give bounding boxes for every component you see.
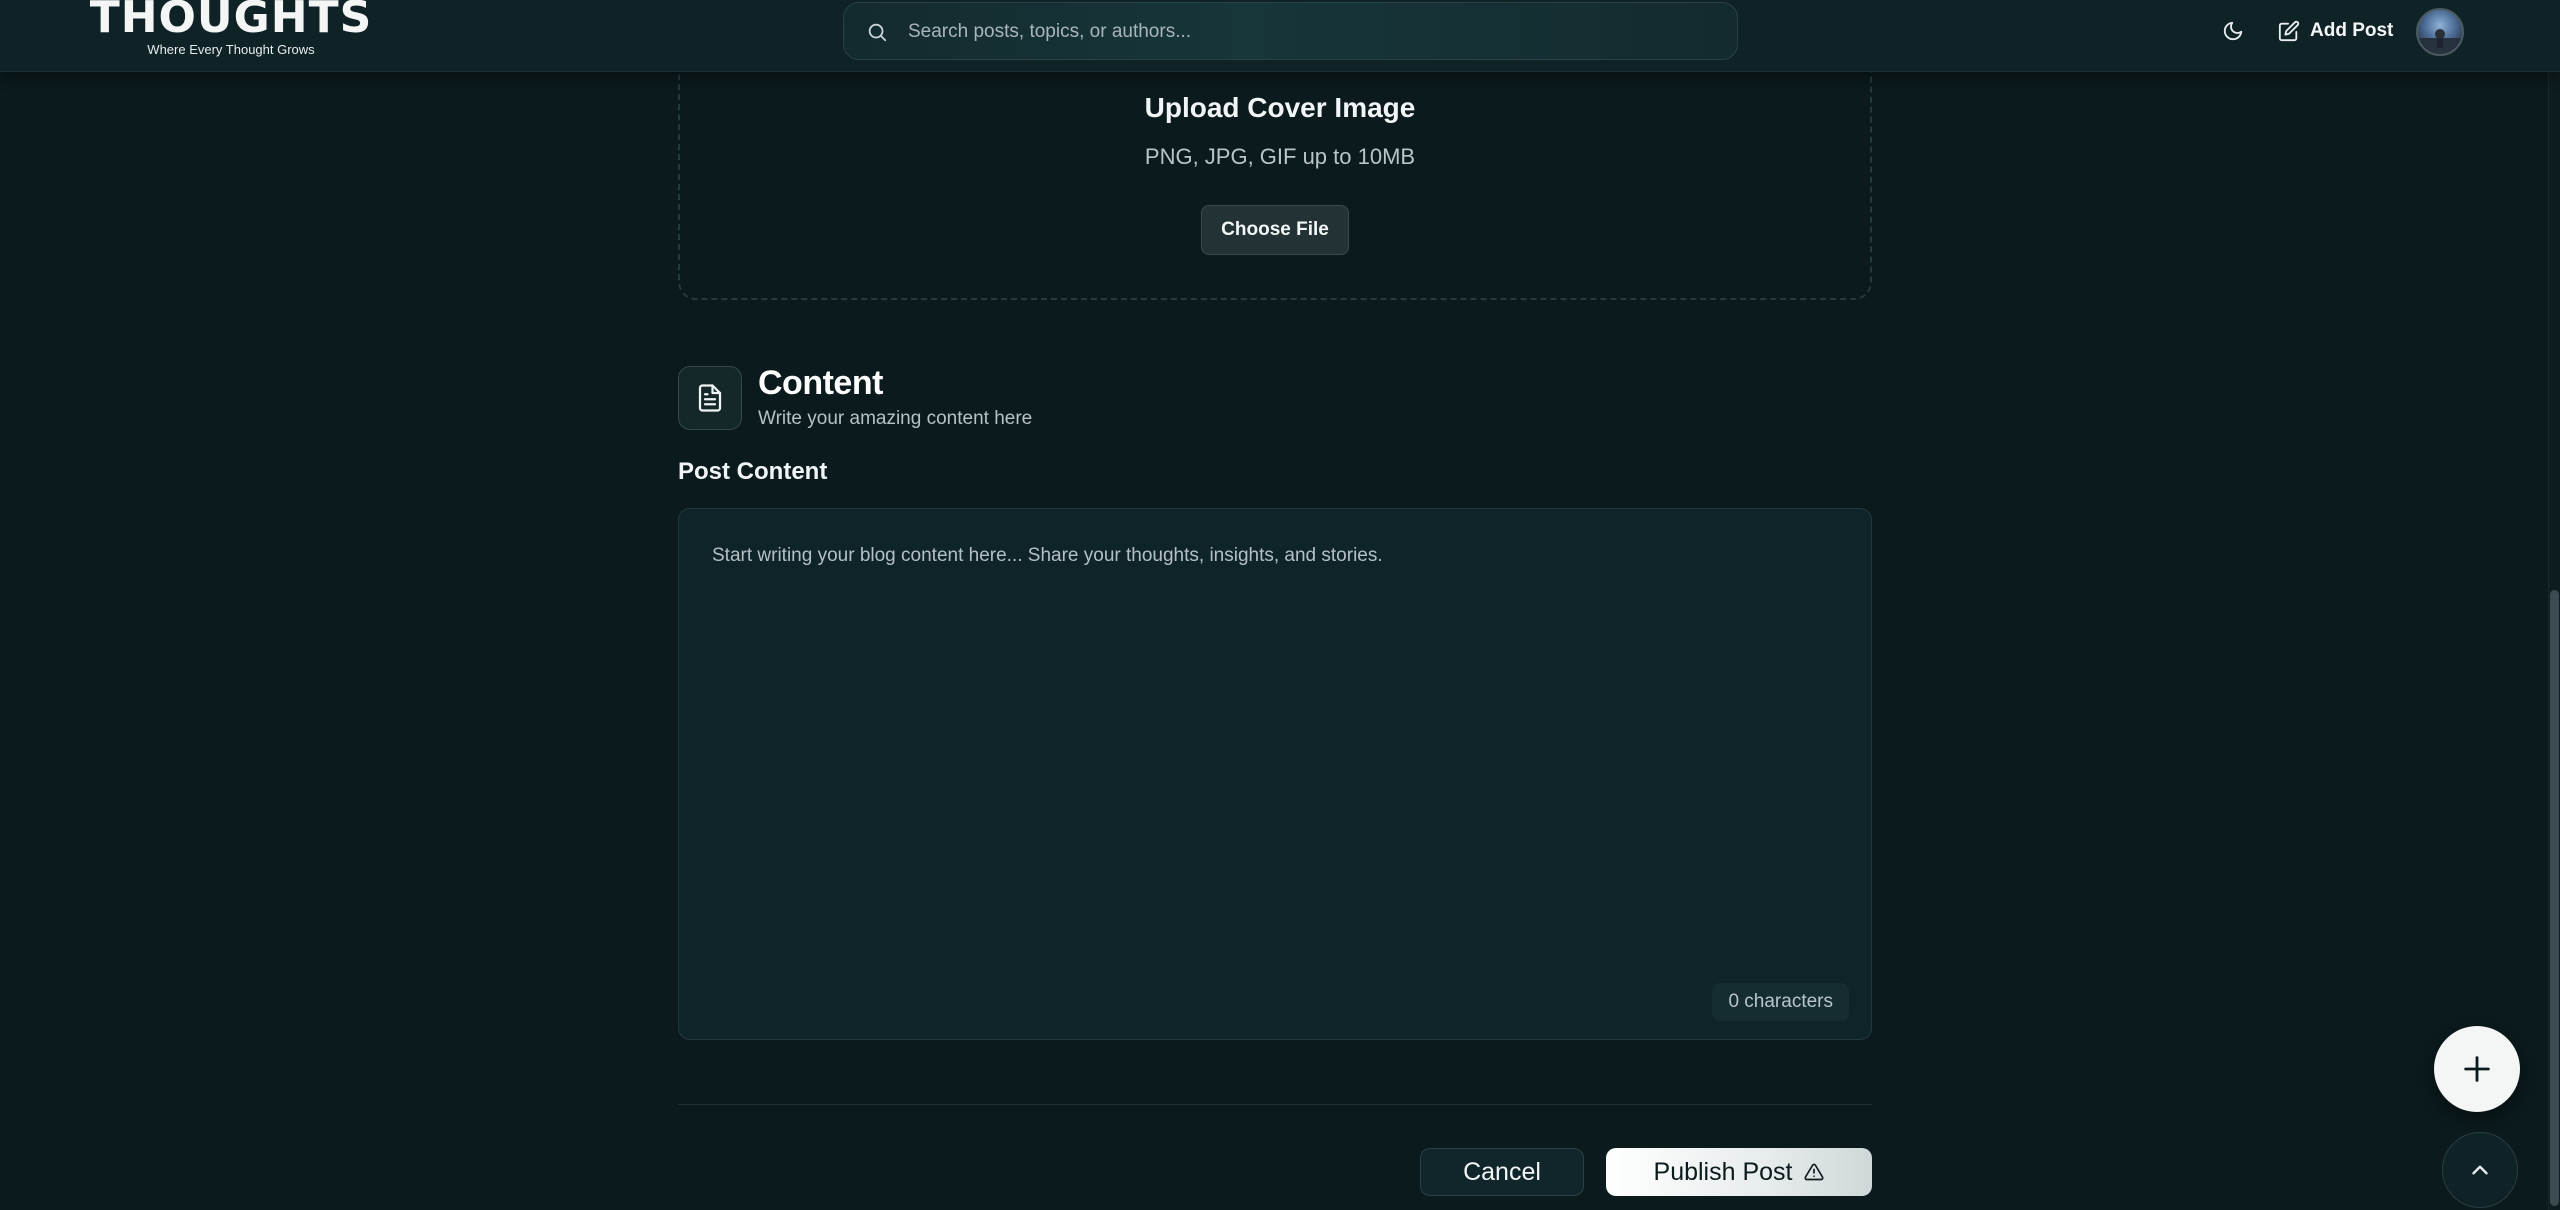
scroll-to-top-button[interactable] [2442,1132,2518,1208]
document-icon [698,384,722,412]
add-post-label: Add Post [2310,20,2394,41]
floating-add-button[interactable] [2434,1026,2520,1112]
post-content-editor: 0 characters [678,508,1872,1040]
page: Upload Cover Image PNG, JPG, GIF up to 1… [0,0,2560,1210]
content-section-subtitle: Write your amazing content here [758,408,1033,429]
content-section-title: Content [758,364,883,402]
avatar-image [2418,29,2462,54]
publish-post-button[interactable]: Publish Post [1606,1148,1872,1196]
search-input[interactable] [908,13,1708,51]
moon-icon [2223,21,2243,41]
upload-title: Upload Cover Image [1144,92,1416,123]
user-avatar[interactable] [2416,8,2464,56]
plus-icon [2464,1056,2490,1082]
page-scrollbar-thumb[interactable] [2550,590,2559,1206]
theme-toggle-button[interactable] [2218,16,2248,46]
chevron-up-icon [2472,1165,2488,1175]
search-icon [868,23,887,42]
warning-icon [1804,1163,1825,1181]
edit-icon [2278,20,2300,42]
cancel-button[interactable]: Cancel [1420,1148,1584,1196]
choose-file-button[interactable]: Choose File [1201,205,1349,255]
upload-subtitle: PNG, JPG, GIF up to 10MB [1144,144,1416,169]
character-count: 0 characters [1712,983,1849,1021]
logo-wordmark: THOUGHTS [89,0,373,43]
content-section-icon [678,366,742,430]
logo-tagline: Where Every Thought Grows [147,42,315,57]
actions-divider [678,1104,1872,1105]
post-content-textarea[interactable] [679,509,1871,1039]
post-content-label: Post Content [678,458,828,485]
top-navbar: THOUGHTS Where Every Thought Grows Add P… [0,0,2560,72]
site-logo[interactable]: THOUGHTS Where Every Thought Grows [86,0,376,64]
add-post-button[interactable]: Add Post [2278,14,2393,48]
search-bar [843,2,1738,60]
publish-post-label: Publish Post [1653,1157,1793,1186]
